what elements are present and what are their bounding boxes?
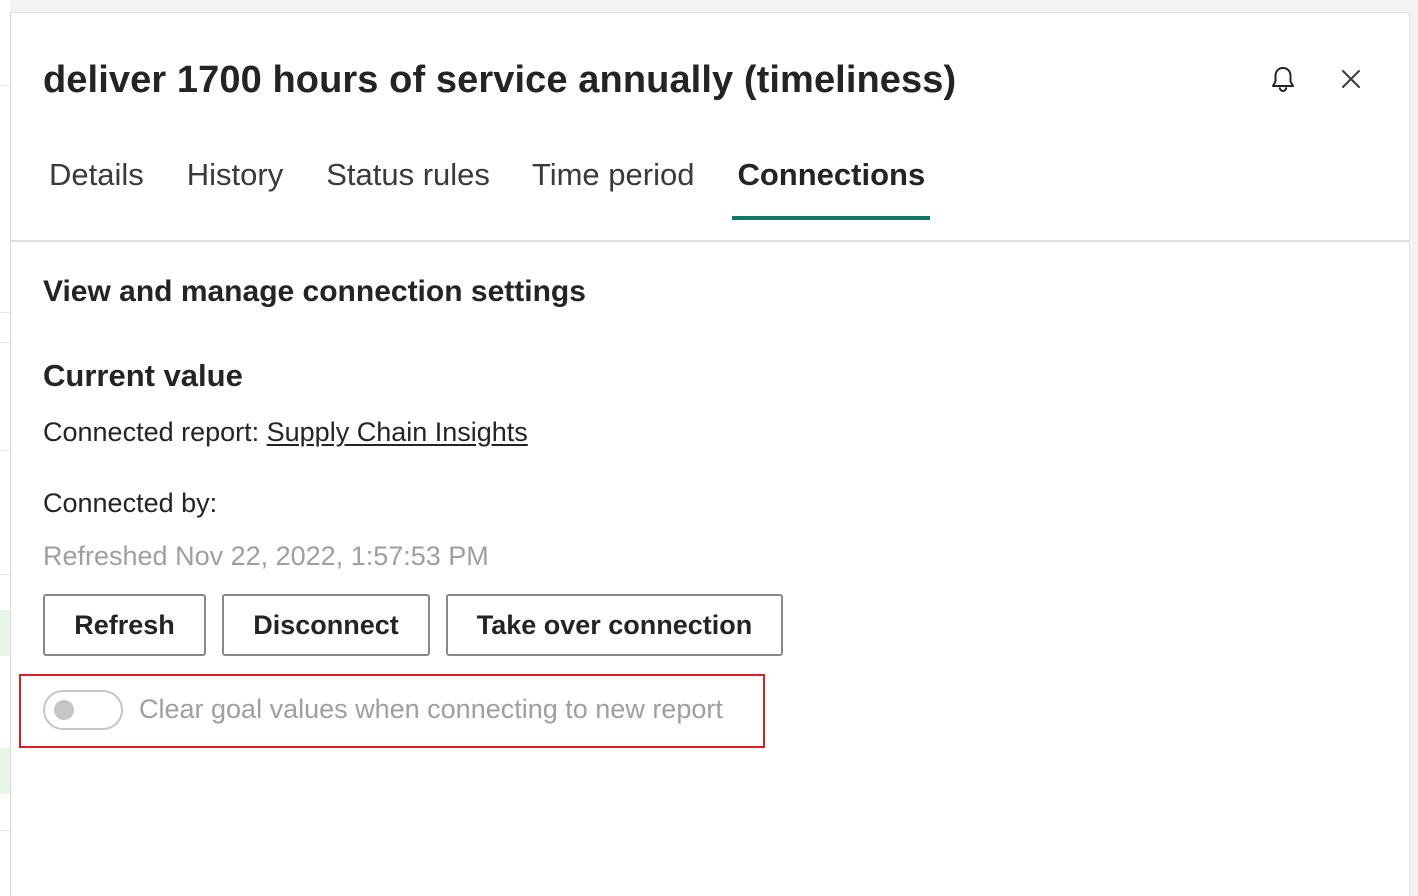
background-row-divider	[0, 830, 10, 831]
background-row-divider	[0, 312, 10, 313]
tab-history[interactable]: History	[187, 145, 283, 223]
close-panel-button[interactable]	[1331, 59, 1371, 99]
tab-time-period[interactable]: Time period	[532, 145, 695, 223]
background-row-highlight	[0, 610, 10, 656]
connected-report-line: Connected report: Supply Chain Insights	[43, 417, 528, 448]
connection-actions: Refresh Disconnect Take over connection	[43, 594, 783, 656]
tab-status-rules[interactable]: Status rules	[326, 145, 490, 223]
connected-report-label: Connected report:	[43, 417, 267, 447]
connected-by-label: Connected by:	[43, 488, 218, 518]
goal-details-panel: deliver 1700 hours of service annually (…	[10, 12, 1410, 896]
tabs-divider	[11, 240, 1409, 242]
background-row-divider	[0, 574, 10, 575]
close-icon	[1342, 70, 1360, 88]
notification-bell-button[interactable]	[1263, 59, 1303, 99]
take-over-connection-button[interactable]: Take over connection	[446, 594, 783, 656]
tab-connections[interactable]: Connections	[732, 145, 930, 223]
background-row-divider	[0, 85, 10, 86]
current-value-heading: Current value	[43, 358, 243, 393]
clear-goal-values-toggle[interactable]	[43, 690, 123, 730]
refreshed-timestamp: Refreshed Nov 22, 2022, 1:57:53 PM	[43, 541, 489, 571]
background-row-divider	[0, 450, 10, 451]
connected-report-link[interactable]: Supply Chain Insights	[267, 417, 528, 447]
disconnect-button[interactable]: Disconnect	[222, 594, 430, 656]
clear-goal-values-label: Clear goal values when connecting to new…	[139, 694, 723, 724]
background-row-highlight	[0, 748, 10, 794]
background-page	[0, 0, 10, 896]
tab-details[interactable]: Details	[49, 145, 144, 223]
toggle-knob	[54, 700, 74, 720]
refresh-button[interactable]: Refresh	[43, 594, 206, 656]
bell-icon	[1272, 67, 1294, 93]
panel-tabs: Details History Status rules Time period…	[43, 145, 930, 223]
panel-title: deliver 1700 hours of service annually (…	[43, 59, 957, 101]
connection-settings-heading: View and manage connection settings	[43, 275, 586, 308]
background-row-divider	[0, 342, 10, 343]
